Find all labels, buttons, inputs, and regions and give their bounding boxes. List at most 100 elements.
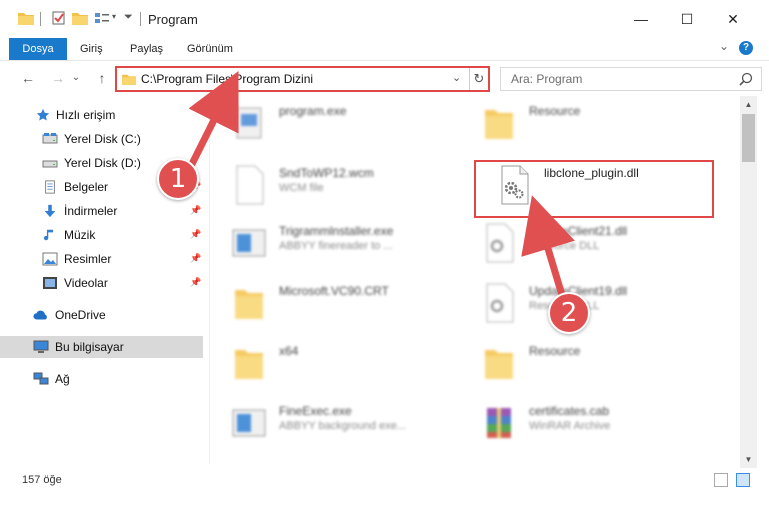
file-name: Trigrammlnstaller.exe [279, 224, 394, 238]
sidebar-item-music[interactable]: Müzik 📌 [0, 224, 203, 246]
step-badge-2: 2 [548, 292, 590, 334]
sidebar-item-downloads[interactable]: İndirmeler 📌 [0, 200, 203, 222]
sidebar-item-pictures[interactable]: Resimler 📌 [0, 248, 203, 270]
search-icon[interactable] [739, 72, 753, 86]
sidebar-item-label: Belgeler [64, 180, 109, 194]
exe-icon [236, 107, 262, 139]
file-type: WinRAR Archive [529, 420, 611, 432]
sidebar-item-quick-access[interactable]: Hızlı erişim [0, 104, 203, 126]
folder-icon [235, 290, 263, 319]
file-name: x64 [279, 344, 299, 358]
properties-icon[interactable] [51, 11, 67, 25]
download-icon [44, 204, 56, 218]
sidebar-item-label: İndirmeler [64, 204, 118, 218]
sidebar-item-this-pc[interactable]: Bu bilgisayar [0, 336, 203, 358]
search-input[interactable]: Ara: Program [511, 72, 582, 86]
drive-icon [42, 160, 58, 168]
file-icon [236, 165, 264, 205]
file-type: ABBYY finereader to ... [279, 240, 393, 252]
network-icon [33, 372, 49, 385]
qa-dropdown-icon[interactable]: ▾ [112, 12, 116, 21]
recent-locations-icon[interactable]: ⌄ [70, 72, 82, 83]
file-item-x64[interactable]: x64 [211, 336, 461, 394]
maximize-button[interactable]: ☐ [664, 6, 710, 32]
folder-icon [235, 350, 263, 379]
file-item-resource[interactable]: Resource [461, 96, 711, 154]
sidebar-item-onedrive[interactable]: OneDrive [0, 304, 203, 326]
scroll-up-icon[interactable]: ▲ [740, 96, 757, 113]
folder-icon [18, 13, 34, 25]
sidebar-item-label: Resimler [64, 252, 112, 266]
file-item-certificates-cab[interactable]: certificates.cab WinRAR Archive [461, 396, 711, 454]
file-name: FineExec.exe [279, 404, 352, 418]
window-title: Program [148, 12, 198, 27]
dll-gear-icon [486, 283, 514, 323]
file-highlight-box [474, 160, 714, 218]
file-name: Microsoft.VC90.CRT [279, 284, 389, 298]
view-options-icon[interactable] [94, 11, 110, 25]
details-view-button[interactable] [714, 473, 728, 487]
sidebar-item-label: Videolar [64, 276, 108, 290]
file-item-program-exe[interactable]: program.exe [211, 96, 461, 154]
file-name: Resource [529, 344, 581, 358]
refresh-button[interactable]: ↻ [469, 68, 488, 90]
file-list: program.exe Resource SndToWP12.wcm WCM f… [211, 96, 740, 464]
close-button[interactable]: ✕ [710, 6, 756, 32]
file-type: ABBYY background exe... [279, 420, 406, 432]
vertical-scrollbar[interactable]: ▲ ▼ [740, 96, 757, 468]
star-icon [36, 108, 50, 121]
pin-icon[interactable]: 📌 [190, 277, 201, 288]
search-box[interactable]: Ara: Program [500, 67, 762, 91]
file-item-sndtowp12[interactable]: SndToWP12.wcm WCM file [211, 158, 461, 216]
file-name: UpdateClient21.dll [529, 224, 628, 238]
tab-home[interactable]: Giriş [80, 38, 103, 60]
sidebar-item-label: OneDrive [55, 308, 106, 322]
sidebar-item-local-disk-c[interactable]: Yerel Disk (C:) [0, 128, 203, 150]
file-item-updateclient21[interactable]: UpdateClient21.dll Resource DLL [461, 216, 711, 274]
pin-icon[interactable]: 📌 [190, 253, 201, 264]
minimize-button[interactable]: — [618, 6, 664, 32]
scroll-down-icon[interactable]: ▼ [740, 451, 757, 468]
folder-icon [122, 74, 136, 85]
up-button[interactable]: ↑ [92, 70, 112, 86]
tab-file[interactable]: Dosya [9, 38, 67, 60]
collapse-ribbon-icon[interactable]: ⌄ [719, 39, 729, 53]
file-item-resource-2[interactable]: Resource [461, 336, 711, 394]
sidebar-item-label: Müzik [64, 228, 96, 242]
address-dropdown-icon[interactable]: ⌄ [452, 71, 461, 84]
step-badge-1: 1 [157, 158, 199, 200]
help-icon[interactable]: ? [739, 41, 753, 55]
pictures-icon [42, 252, 58, 266]
file-type: Resource DLL [529, 240, 600, 252]
file-item-trigramm-installer[interactable]: Trigrammlnstaller.exe ABBYY finereader t… [211, 216, 461, 274]
back-button[interactable]: ← [18, 70, 38, 86]
sidebar-item-videos[interactable]: Videolar 📌 [0, 272, 203, 294]
forward-button[interactable]: → [48, 70, 68, 86]
title-separator [140, 12, 141, 26]
address-path[interactable]: C:\Program Files\Program Dizini [141, 72, 313, 86]
tab-share[interactable]: Paylaş [130, 38, 163, 60]
customize-toolbar-icon[interactable]: ⏷ [124, 11, 133, 24]
video-icon [43, 277, 57, 289]
tab-view[interactable]: Görünüm [187, 38, 233, 60]
file-name: Resource [529, 104, 581, 118]
pin-icon[interactable]: 📌 [190, 229, 201, 240]
sidebar-item-label: Bu bilgisayar [55, 340, 124, 354]
cloud-icon [33, 310, 47, 320]
file-item-microsoft-vc90-crt[interactable]: Microsoft.VC90.CRT [211, 276, 461, 334]
scroll-thumb[interactable] [742, 114, 755, 162]
file-type: WCM file [279, 182, 324, 194]
address-bar[interactable]: C:\Program Files\Program Dizini ⌄ ↻ [115, 66, 490, 92]
computer-icon [33, 340, 49, 353]
sidebar-item-label: Hızlı erişim [56, 108, 116, 122]
folder-icon [485, 350, 513, 379]
sidebar-item-network[interactable]: Ağ [0, 368, 203, 390]
file-name: certificates.cab [529, 404, 610, 418]
file-item-fineexec[interactable]: FineExec.exe ABBYY background exe... [211, 396, 461, 454]
new-folder-icon[interactable] [72, 11, 88, 25]
tiles-view-button[interactable] [736, 473, 750, 487]
pin-icon[interactable]: 📌 [190, 205, 201, 216]
exe-icon [232, 409, 266, 437]
documents-icon [45, 180, 55, 194]
folder-icon [485, 110, 513, 139]
